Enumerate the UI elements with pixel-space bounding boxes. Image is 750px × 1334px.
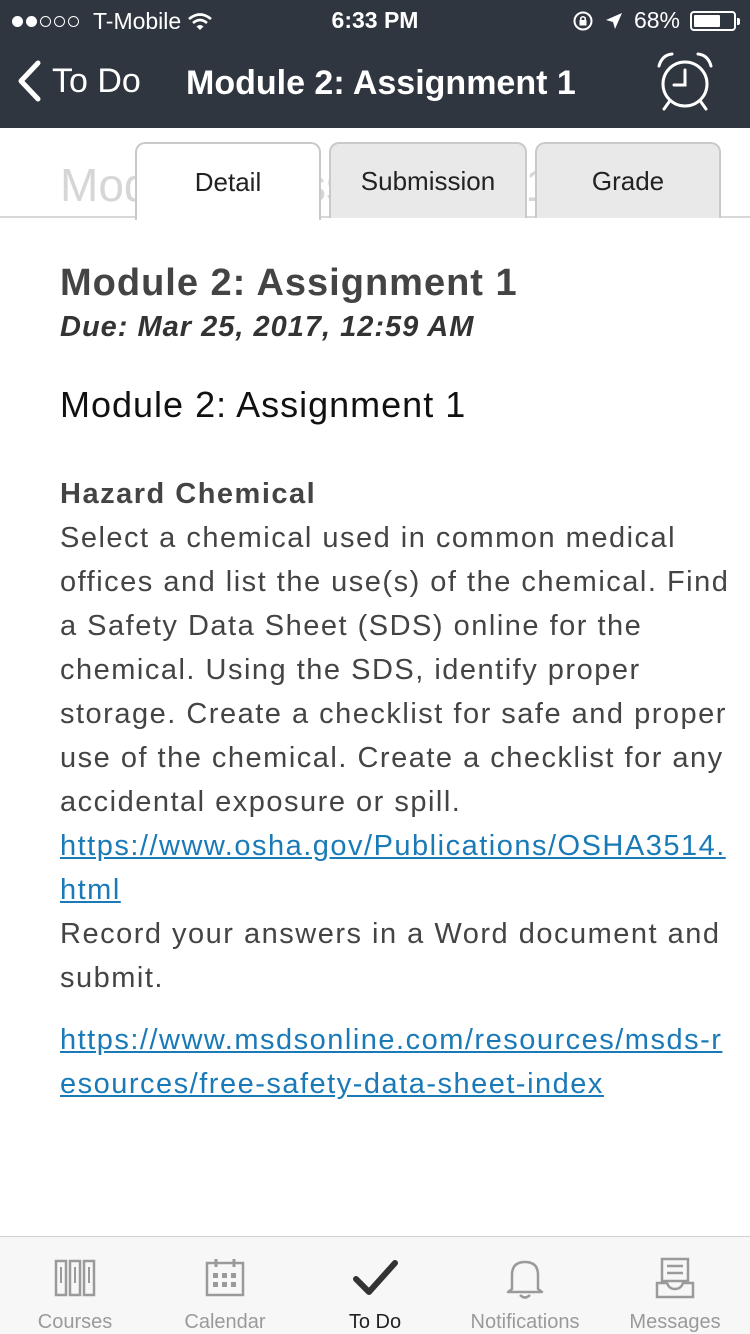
assignment-detail: Module 2: Assignment 1 Due: Mar 25, 2017… [60,262,730,1106]
calendar-icon [205,1259,245,1297]
tabbar-messages[interactable]: Messages [600,1237,750,1334]
battery-icon [690,10,740,31]
status-bar: T-Mobile 6:33 PM 68% [0,0,750,40]
tabbar-label: To Do [348,1311,402,1333]
due-date: Due: Mar 25, 2017, 12:59 AM [60,311,475,343]
page-title: Module 2: Assignment 1 [186,64,576,102]
tabbar-label: Messages [629,1311,721,1333]
tab-detail[interactable]: Detail [135,142,321,220]
tab-strip: Module 2: Assignment 1 Detail Submission… [0,128,750,220]
back-label: To Do [52,61,141,100]
assignment-description: Hazard Chemical Select a chemical used i… [60,472,730,1000]
tabbar-courses[interactable]: Courses [0,1237,150,1334]
alarm-clock-icon[interactable] [654,50,716,112]
back-button[interactable]: To Do [16,60,141,102]
battery-percent: 68% [633,7,680,33]
top-bar: T-Mobile 6:33 PM 68% To Do Module 2: Ass… [0,0,750,128]
location-arrow-icon [605,12,622,29]
resource-link-block: https://www.msdsonline.com/resources/msd… [60,1018,730,1106]
tab-grade[interactable]: Grade [535,142,721,218]
chevron-left-icon [18,60,41,102]
books-icon [54,1259,96,1297]
tab-label: Grade [591,165,665,196]
msds-link[interactable]: https://www.msdsonline.com/resources/msd… [60,1024,722,1100]
tabbar-label: Notifications [470,1311,580,1333]
tabbar-label: Courses [37,1311,113,1333]
bottom-tab-bar: Courses Calendar To Do Notifications Mes… [0,1236,750,1334]
tabbar-label: Calendar [184,1311,266,1333]
rotation-lock-icon [573,11,593,30]
assignment-title: Module 2: Assignment 1 [60,262,518,304]
tabbar-notifications[interactable]: Notifications [450,1237,600,1334]
osha-link[interactable]: https://www.osha.gov/Publications/OSHA35… [60,830,726,906]
assignment-heading: Module 2: Assignment 1 [60,384,467,425]
bell-icon [506,1260,544,1299]
checkmark-icon [353,1260,398,1295]
status-right: 68% [572,7,740,34]
tab-label: Detail [194,166,262,197]
nav-header: To Do Module 2: Assignment 1 [0,40,750,128]
submission-instruction: Record your answers in a Word document a… [60,918,721,994]
tabbar-calendar[interactable]: Calendar [150,1237,300,1334]
tab-label: Submission [360,165,496,196]
section-title: Hazard Chemical [60,478,317,510]
tabbar-todo[interactable]: To Do [300,1237,450,1334]
instructions-text: Select a chemical used in common medical… [60,522,730,818]
tab-submission[interactable]: Submission [329,142,527,218]
inbox-icon [655,1257,695,1299]
